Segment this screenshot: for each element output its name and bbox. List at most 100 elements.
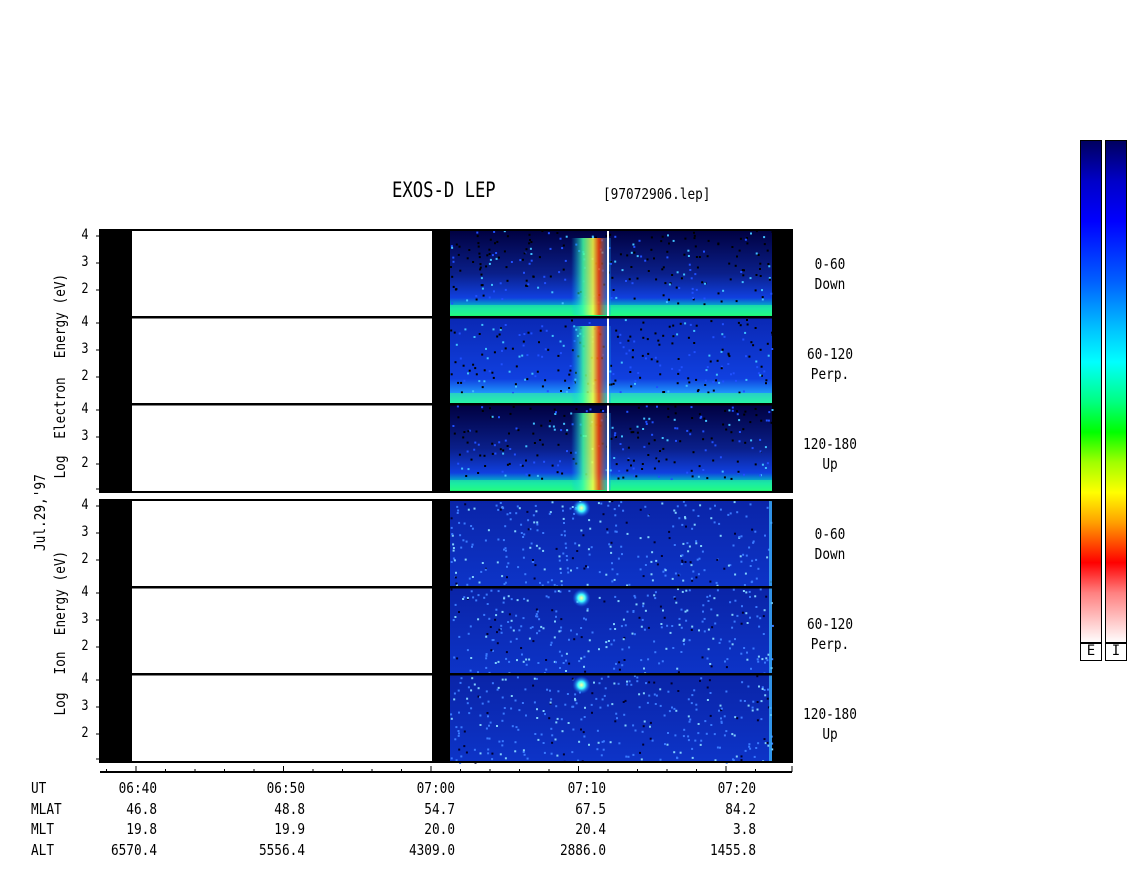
gap-black-bar xyxy=(432,405,450,492)
flux-speckle xyxy=(565,546,568,549)
flux-speckle xyxy=(528,658,531,661)
flux-speckle xyxy=(477,245,480,248)
flux-speckle xyxy=(565,670,567,672)
panel-ion-120-180 xyxy=(99,674,793,764)
flux-speckle xyxy=(759,268,761,270)
flux-speckle xyxy=(457,689,460,692)
flux-speckle xyxy=(703,297,706,300)
flux-speckle xyxy=(714,622,717,625)
flux-speckle xyxy=(735,755,738,758)
flux-speckle xyxy=(682,639,685,642)
flux-speckle xyxy=(600,409,603,412)
flux-speckle xyxy=(761,289,763,292)
flux-speckle xyxy=(740,535,743,538)
flux-speckle xyxy=(646,594,649,597)
flux-speckle xyxy=(472,261,475,263)
flux-speckle xyxy=(729,601,732,604)
flux-speckle xyxy=(614,514,617,517)
flux-speckle xyxy=(519,463,522,466)
flux-speckle xyxy=(702,610,704,613)
y-tick-label: 3 xyxy=(81,428,89,444)
flux-speckle xyxy=(763,738,766,741)
flux-speckle xyxy=(499,282,502,285)
flux-speckle xyxy=(462,598,465,600)
flux-speckle xyxy=(454,738,457,741)
flux-speckle xyxy=(452,285,455,288)
flux-speckle xyxy=(450,517,453,520)
flux-speckle xyxy=(507,595,510,598)
flux-speckle xyxy=(457,730,460,732)
flux-speckle xyxy=(623,659,626,661)
flux-speckle xyxy=(713,733,716,736)
flux-speckle xyxy=(466,441,469,444)
pitch-label-5: 120-180 Up xyxy=(800,704,860,744)
flux-speckle xyxy=(680,651,683,653)
flux-speckle xyxy=(493,290,495,293)
flux-speckle xyxy=(723,476,726,479)
flux-speckle xyxy=(559,571,562,574)
flux-speckle xyxy=(509,626,512,629)
flux-speckle xyxy=(549,419,551,422)
orbit-value-mlt: 19.9 xyxy=(274,820,305,838)
flux-speckle xyxy=(560,429,563,432)
flux-speckle xyxy=(692,509,695,512)
flux-speckle xyxy=(686,429,689,432)
flux-speckle xyxy=(497,686,500,689)
flux-speckle xyxy=(574,693,577,696)
flux-speckle xyxy=(544,713,546,716)
right-black-bar xyxy=(772,318,792,405)
flux-speckle xyxy=(751,559,754,562)
y-tick-label: 4 xyxy=(81,401,89,417)
flux-speckle xyxy=(709,507,712,510)
flux-speckle xyxy=(727,352,730,355)
flux-speckle xyxy=(588,743,590,746)
y-tick-label: 3 xyxy=(81,341,89,357)
flux-speckle xyxy=(528,637,531,640)
flux-speckle xyxy=(491,283,493,286)
flux-speckle xyxy=(691,747,694,750)
flux-speckle xyxy=(765,419,768,422)
flux-speckle xyxy=(467,632,470,635)
flux-speckle xyxy=(523,533,526,536)
flux-speckle xyxy=(685,384,688,387)
pitch-label-0: 0-60 Down xyxy=(800,254,860,294)
flux-speckle xyxy=(702,469,705,471)
flux-speckle xyxy=(553,583,556,586)
flux-speckle xyxy=(507,621,510,623)
flux-speckle xyxy=(503,250,506,253)
flux-speckle xyxy=(524,378,527,381)
flux-speckle xyxy=(547,348,550,351)
flux-speckle xyxy=(622,509,625,512)
flux-speckle xyxy=(703,630,706,633)
flux-speckle xyxy=(619,443,622,445)
flux-speckle xyxy=(466,597,469,599)
flux-speckle xyxy=(600,502,603,505)
flux-speckle xyxy=(475,599,478,602)
flux-speckle xyxy=(475,295,478,297)
flux-speckle xyxy=(452,619,455,622)
flux-speckle xyxy=(591,711,593,714)
flux-speckle xyxy=(453,698,456,701)
flux-speckle xyxy=(759,348,762,351)
flux-speckle xyxy=(522,344,525,347)
flux-speckle xyxy=(500,631,503,634)
flux-speckle xyxy=(689,269,692,271)
flux-speckle xyxy=(727,564,730,567)
flux-speckle xyxy=(746,622,749,624)
flux-speckle xyxy=(559,237,562,240)
flux-speckle xyxy=(739,324,742,327)
flux-speckle xyxy=(690,406,693,409)
flux-speckle xyxy=(479,714,482,717)
flux-speckle xyxy=(645,423,648,425)
flux-speckle xyxy=(470,657,473,659)
flux-speckle xyxy=(745,554,748,557)
flux-speckle xyxy=(687,735,690,738)
flux-speckle xyxy=(734,264,737,267)
flux-speckle xyxy=(717,292,720,295)
flux-speckle xyxy=(690,629,693,631)
flux-speckle xyxy=(525,284,527,287)
flux-speckle xyxy=(562,517,565,520)
flux-speckle xyxy=(642,428,645,430)
flux-speckle xyxy=(681,554,684,557)
flux-speckle xyxy=(661,502,664,505)
